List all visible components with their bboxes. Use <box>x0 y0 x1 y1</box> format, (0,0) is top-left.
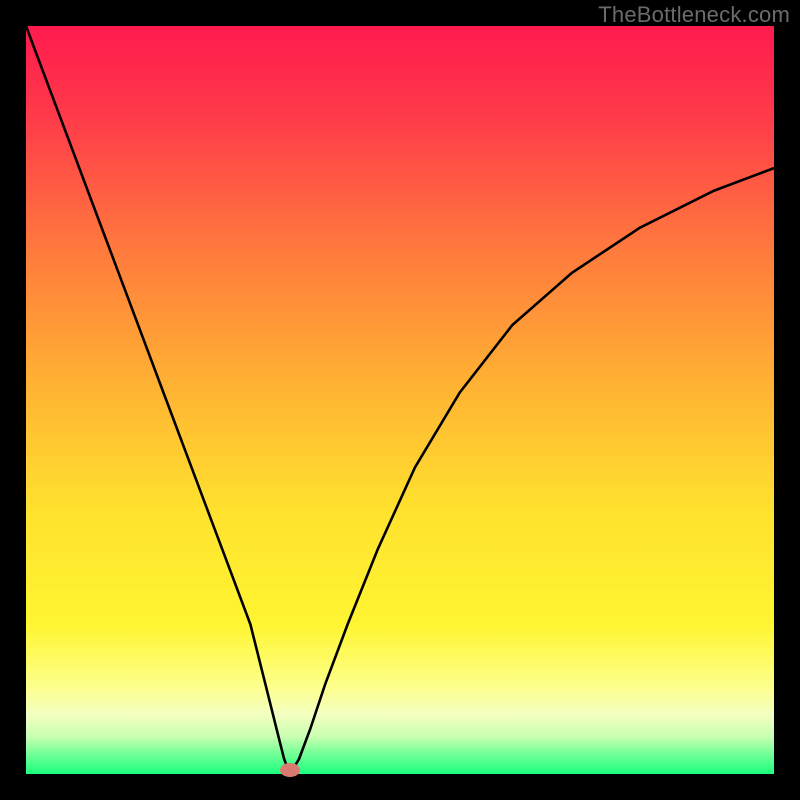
bottleneck-chart <box>0 0 800 800</box>
watermark-text: TheBottleneck.com <box>598 2 790 28</box>
optimum-marker <box>280 763 300 777</box>
chart-plot-area <box>26 26 774 774</box>
